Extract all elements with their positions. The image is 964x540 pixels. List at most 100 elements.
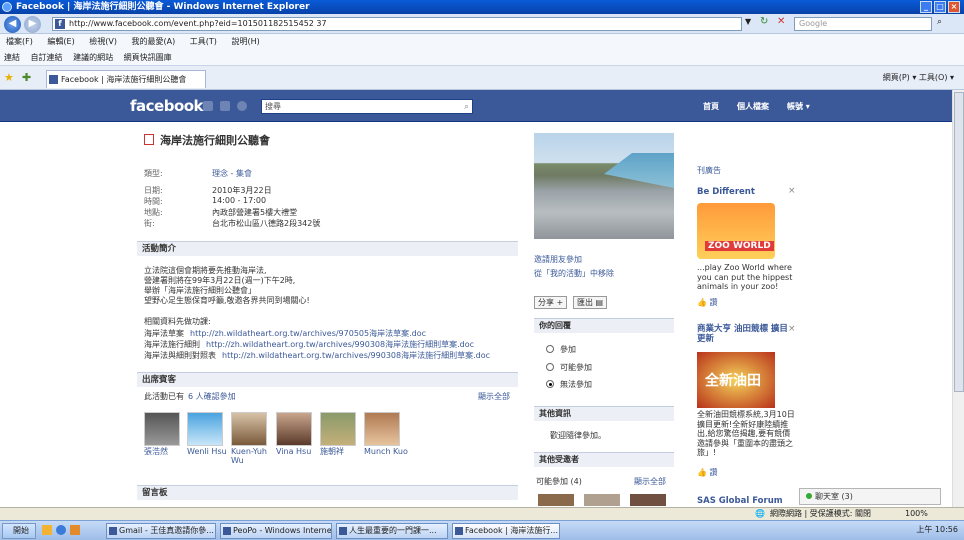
chat-bar[interactable]: 聊天室 (3): [799, 488, 941, 505]
ref-link[interactable]: http://zh.wildatheart.org.tw/archives/97…: [190, 329, 426, 338]
wall-header: 留言板: [137, 485, 518, 500]
avatar[interactable]: [364, 412, 400, 446]
rsvp-radio-attend[interactable]: [546, 345, 554, 353]
refs-intro: 相關資料先做功課:: [144, 317, 211, 326]
type-value[interactable]: 理念 - 集會: [212, 168, 252, 179]
create-ad-link[interactable]: 刊廣告: [697, 165, 721, 176]
avatar[interactable]: [320, 412, 356, 446]
export-button[interactable]: 匯出 ▤: [573, 296, 608, 309]
quicklaunch-icon[interactable]: [42, 525, 52, 535]
show-all-guests[interactable]: 顯示全部: [478, 391, 510, 402]
ref-label: 海岸法草案: [144, 329, 184, 338]
avatar[interactable]: [187, 412, 223, 446]
nav-home[interactable]: 首頁: [703, 101, 719, 112]
nav-profile[interactable]: 個人檔案: [737, 101, 769, 112]
close-button[interactable]: ×: [948, 1, 960, 13]
rsvp-label[interactable]: 無法參加: [560, 379, 592, 390]
search-placeholder: 搜尋: [265, 102, 281, 111]
page-scrollbar[interactable]: [952, 90, 964, 507]
info-text: 歡迎隨律參加。: [550, 431, 606, 440]
taskbar: 開始 Gmail - 王佳真邀請你參... PeoPo - Windows In…: [0, 520, 964, 540]
guest-name[interactable]: Vina Hsu: [276, 447, 320, 456]
menu-help[interactable]: 說明(H): [231, 37, 259, 46]
avatar[interactable]: [630, 494, 666, 506]
ad2-image[interactable]: 全新油田: [697, 352, 775, 408]
menu-edit[interactable]: 編輯(E): [47, 37, 74, 46]
menu-tools[interactable]: 工具(T): [190, 37, 217, 46]
facebook-logo[interactable]: facebook: [130, 97, 204, 115]
menu-file[interactable]: 檔案(F): [6, 37, 33, 46]
add-favorite-icon[interactable]: ✚: [22, 71, 31, 84]
scrollbar-thumb[interactable]: [954, 92, 964, 392]
maximize-button[interactable]: □: [934, 1, 946, 13]
ad1-like[interactable]: 👍 讚: [697, 297, 718, 308]
ad3-title[interactable]: SAS Global Forum: [697, 496, 783, 506]
zoom-level[interactable]: 100%: [905, 508, 928, 520]
guest-name[interactable]: Kuen-Yuh Wu: [231, 447, 275, 465]
ad2-title[interactable]: 商業大亨 油田競標 擴目更新: [697, 324, 792, 344]
messages-icon[interactable]: [220, 101, 230, 111]
forward-button[interactable]: ▶: [24, 16, 41, 33]
avatar[interactable]: [584, 494, 620, 506]
nav-account[interactable]: 帳號 ▾: [787, 101, 810, 112]
favorites-star-icon[interactable]: ★: [4, 71, 14, 84]
window-title: Facebook | 海岸法施行細則公聽會 - Windows Internet…: [16, 2, 310, 12]
address-bar[interactable]: f http://www.facebook.com/event.php?eid=1…: [52, 17, 742, 31]
command-bar[interactable]: 網頁(P) ▾ 工具(O) ▾: [883, 72, 954, 83]
back-button[interactable]: ◀: [4, 16, 21, 33]
friends-icon[interactable]: [203, 101, 213, 111]
menu-view[interactable]: 檢視(V): [89, 37, 117, 46]
avatar[interactable]: [276, 412, 312, 446]
street-value: 台北市松山區八德路2段342號: [212, 219, 321, 228]
clock[interactable]: 上午 10:56: [916, 525, 958, 534]
browser-search-input[interactable]: Google: [794, 17, 932, 31]
rsvp-radio-maybe[interactable]: [546, 363, 554, 371]
guest-name[interactable]: 施朝祥: [320, 447, 364, 456]
share-button[interactable]: 分享 +: [534, 296, 568, 309]
start-button[interactable]: 開始: [2, 523, 36, 539]
ad1-image[interactable]: ZOO WORLD: [697, 203, 775, 259]
remove-event-link[interactable]: 從「我的活動」中移除: [534, 268, 614, 279]
link-custom[interactable]: 自訂連結: [31, 53, 63, 62]
avatar[interactable]: [538, 494, 574, 506]
avatar[interactable]: [231, 412, 267, 446]
task-facebook[interactable]: Facebook | 海岸法施行...: [452, 523, 560, 539]
guests-count-link[interactable]: 6 人確認參加: [188, 392, 236, 401]
ref-link[interactable]: http://zh.wildatheart.org.tw/archives/99…: [206, 340, 474, 349]
stop-icon[interactable]: ✕: [777, 16, 785, 27]
minimize-button[interactable]: _: [920, 1, 932, 13]
show-all-others[interactable]: 顯示全部: [634, 476, 666, 487]
ad2-like[interactable]: 👍 讚: [697, 467, 718, 478]
close-ad-icon[interactable]: ×: [788, 324, 796, 334]
link-webslice[interactable]: 網頁快訊圖庫: [124, 53, 172, 62]
guest-name[interactable]: 張浩然: [144, 447, 188, 456]
calendar-icon: [144, 134, 154, 145]
rsvp-label[interactable]: 可能參加: [560, 362, 592, 373]
event-photo[interactable]: [534, 133, 674, 239]
ref-link[interactable]: http://zh.wildatheart.org.tw/archives/99…: [222, 351, 490, 360]
media-quicklaunch-icon[interactable]: [70, 525, 80, 535]
address-dropdown-icon[interactable]: ▼: [745, 17, 751, 26]
rsvp-radio-decline[interactable]: [546, 380, 554, 388]
menu-favorites[interactable]: 我的最愛(A): [132, 37, 176, 46]
facebook-search-input[interactable]: 搜尋 ⌕: [261, 99, 473, 114]
ref-label: 海岸法與細則對照表: [144, 351, 216, 360]
export-label: 匯出: [577, 298, 593, 307]
task-life[interactable]: 人生最重要的一門課一...: [336, 523, 448, 539]
invite-friends-link[interactable]: 邀請朋友參加: [534, 254, 582, 265]
link-suggested[interactable]: 建議的網站: [73, 53, 113, 62]
refresh-icon[interactable]: ↻: [760, 16, 768, 27]
search-icon[interactable]: ⌕: [464, 101, 469, 114]
notifications-icon[interactable]: [237, 101, 247, 111]
task-gmail[interactable]: Gmail - 王佳真邀請你參...: [106, 523, 216, 539]
avatar[interactable]: [144, 412, 180, 446]
tab-facebook[interactable]: Facebook | 海岸法施行細則公聽會: [46, 70, 206, 88]
task-peopo[interactable]: PeoPo - Windows Internet...: [220, 523, 332, 539]
guest-name[interactable]: Munch Kuo: [364, 447, 408, 456]
close-ad-icon[interactable]: ×: [788, 186, 796, 196]
guest-name[interactable]: Wenli Hsu: [187, 447, 231, 456]
ie-quicklaunch-icon[interactable]: [56, 525, 66, 535]
search-go-icon[interactable]: ⌕: [937, 17, 942, 27]
ad1-title[interactable]: Be Different: [697, 187, 755, 197]
rsvp-label[interactable]: 參加: [560, 344, 576, 355]
